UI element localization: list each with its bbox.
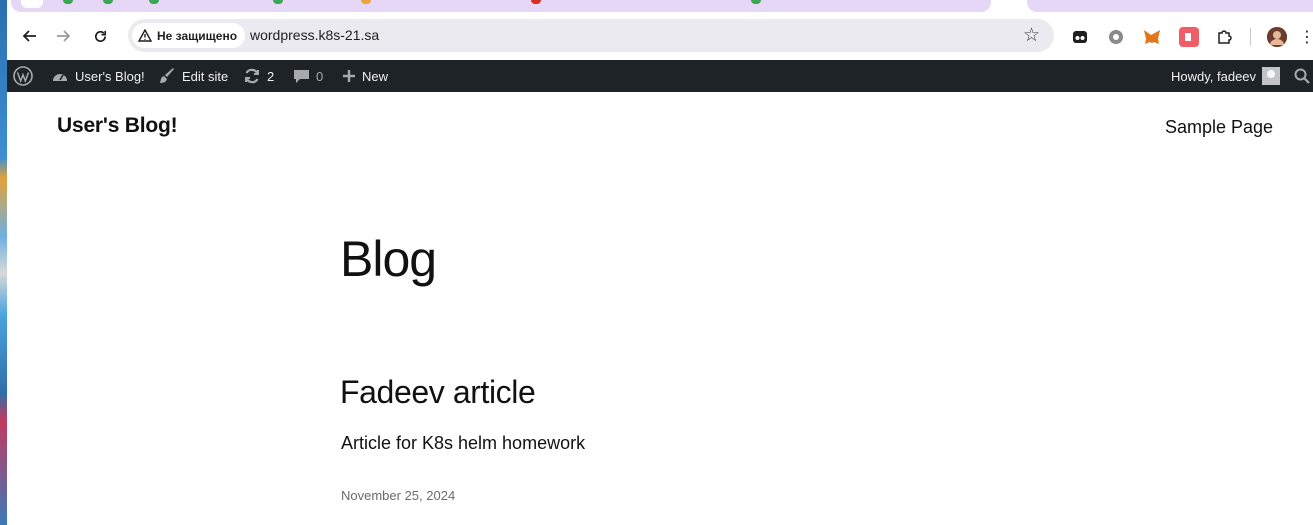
post-date[interactable]: November 25, 2024 [341, 488, 455, 503]
avatar-icon [1267, 27, 1287, 47]
extension-icon[interactable] [1106, 27, 1126, 47]
tab-favicon[interactable] [361, 0, 371, 4]
back-button[interactable] [16, 23, 42, 49]
updates-link[interactable]: 2 [243, 60, 274, 92]
user-avatar [1262, 67, 1281, 85]
post-excerpt: Article for K8s helm homework [341, 433, 586, 453]
reload-icon [94, 30, 106, 42]
profile-avatar[interactable] [1267, 27, 1287, 47]
comments-link[interactable]: 0 [293, 60, 323, 92]
tab-favicon[interactable] [63, 0, 73, 4]
star-icon[interactable]: ☆ [1023, 24, 1040, 47]
plus-icon [343, 70, 355, 82]
gray-circle-extension-icon [1109, 30, 1123, 44]
puzzle-icon [1218, 30, 1232, 44]
tab-group-right[interactable] [1027, 0, 1313, 12]
howdy-label: Howdy, fadeev [1171, 68, 1257, 84]
tab-favicon[interactable] [149, 0, 159, 4]
browser-toolbar: Не защищено wordpress.k8s-21.sa ☆ ⋮ [7, 13, 1313, 60]
wp-admin-bar: User's Blog! Edit site 2 0 New Howdy, fa… [7, 60, 1313, 92]
comments-count: 0 [316, 68, 324, 84]
tab-favicon[interactable] [273, 0, 283, 4]
arrow-right-icon [57, 30, 71, 42]
comment-bubble-icon [294, 70, 309, 83]
wp-logo-menu[interactable] [13, 60, 33, 92]
page-title: Blog [340, 231, 437, 287]
metamask-icon[interactable] [1142, 27, 1162, 47]
site-title-link[interactable]: User's Blog! [57, 114, 178, 138]
security-label: Не защищено [157, 28, 238, 43]
post-title-link[interactable]: Fadeev article [340, 374, 536, 411]
url-text[interactable]: wordpress.k8s-21.sa [250, 27, 379, 43]
extensions-button[interactable] [1214, 27, 1234, 47]
tab-group[interactable] [11, 0, 991, 12]
search-icon [1294, 68, 1310, 84]
arrow-left-icon [22, 30, 36, 42]
admin-search-button[interactable] [1294, 60, 1310, 92]
extension-icon[interactable] [1070, 27, 1090, 47]
security-chip[interactable]: Не защищено [132, 23, 246, 48]
site-name-label: User's Blog! [75, 68, 145, 84]
new-content-menu[interactable]: New [342, 60, 388, 92]
brush-icon [160, 68, 174, 83]
address-bar[interactable]: Не защищено wordpress.k8s-21.sa ☆ [128, 19, 1054, 52]
updates-refresh-icon [245, 68, 259, 84]
glasses-extension-icon [1073, 31, 1087, 43]
tab-favicon[interactable] [531, 0, 541, 4]
toolbar-divider [1250, 28, 1251, 46]
warning-triangle-icon [138, 29, 152, 42]
new-label: New [362, 68, 389, 84]
tab-favicon[interactable] [751, 0, 761, 4]
wordpress-logo-icon [13, 66, 33, 86]
tab-favicon[interactable] [103, 0, 113, 4]
pocket-extension-icon[interactable] [1179, 27, 1199, 47]
reload-button[interactable] [87, 23, 113, 49]
browser-menu-button[interactable]: ⋮ [1297, 27, 1313, 47]
tab-active[interactable] [21, 0, 43, 8]
kebab-menu-icon: ⋮ [1299, 29, 1313, 46]
desktop-background-strip [0, 0, 7, 525]
forward-button[interactable] [51, 23, 77, 49]
browser-tab-strip [7, 0, 1313, 13]
site-name-menu[interactable]: User's Blog! [51, 60, 145, 92]
my-account-menu[interactable]: Howdy, fadeev [1171, 60, 1281, 92]
edit-site-link[interactable]: Edit site [158, 60, 228, 92]
updates-count: 2 [267, 68, 275, 84]
flag-icon [1185, 33, 1191, 41]
dashboard-gauge-icon [53, 74, 67, 81]
edit-site-label: Edit site [182, 68, 229, 84]
nav-item-sample-page[interactable]: Sample Page [1165, 117, 1273, 138]
fox-extension-icon [1144, 30, 1160, 44]
